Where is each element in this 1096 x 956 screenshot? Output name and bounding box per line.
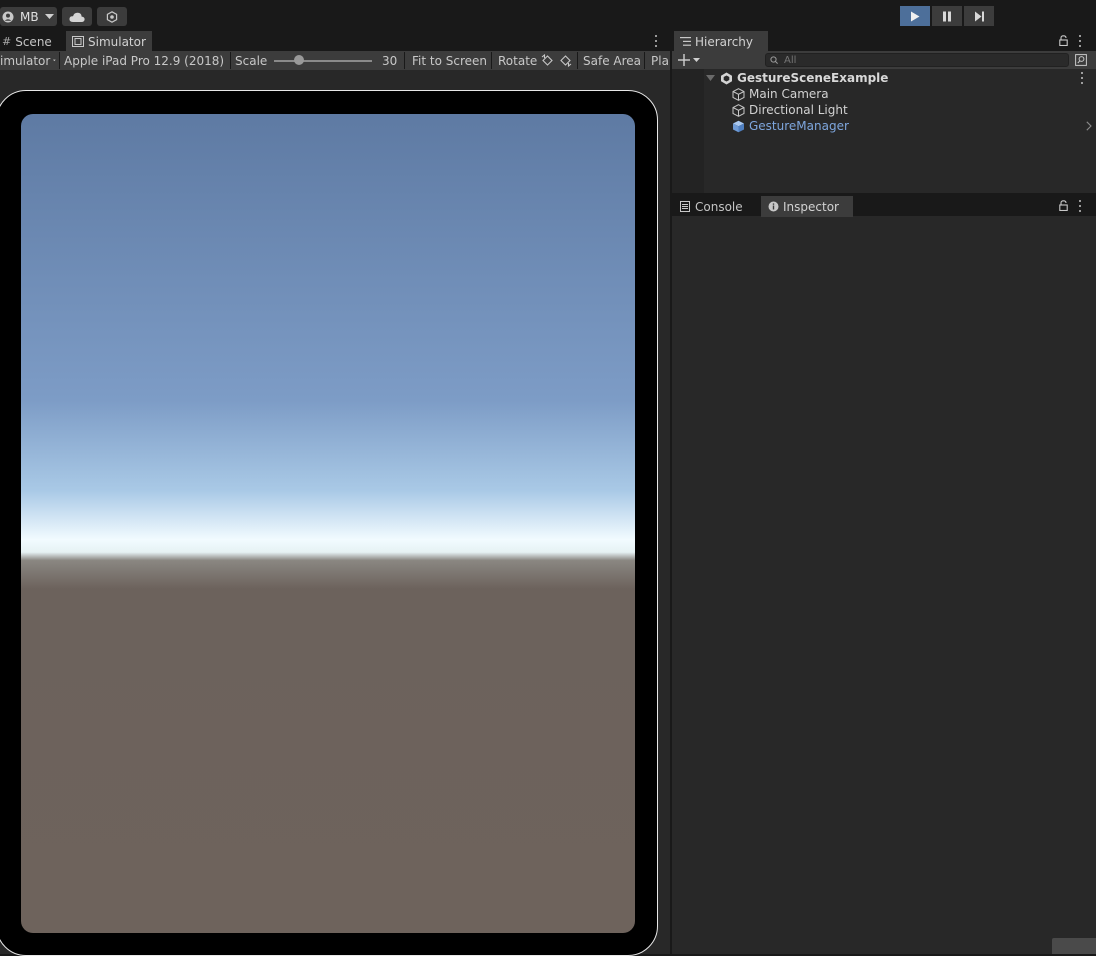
prefab-icon — [733, 120, 744, 132]
game-panel-tabstrip: # Scene Simulator — [0, 31, 670, 52]
tab-scene-label: Scene — [15, 34, 52, 49]
hierarchy-item-label: Main Camera — [749, 87, 829, 101]
account-label: MB — [20, 9, 39, 24]
search-icon — [770, 56, 778, 64]
pause-button[interactable] — [932, 6, 962, 26]
scene-menu-icon[interactable] — [1077, 72, 1087, 84]
device-screen[interactable] — [21, 114, 635, 933]
hierarchy-toolbar — [672, 51, 1096, 69]
chevron-down-icon — [44, 13, 54, 19]
inspector-corner-button[interactable] — [1052, 938, 1096, 954]
hierarchy-item-label: Directional Light — [749, 103, 848, 117]
plus-icon — [678, 54, 690, 66]
chevron-down-icon — [693, 57, 700, 62]
tab-inspector[interactable]: Inspector — [761, 196, 853, 217]
rotate-label: Rotate — [498, 53, 538, 68]
fit-to-screen-button[interactable]: Fit to Screen — [412, 51, 487, 70]
scene-row[interactable]: GestureSceneExample — [704, 70, 1096, 86]
gameobject-icon — [732, 103, 745, 117]
collab-icon — [106, 10, 118, 23]
tab-hierarchy[interactable]: Hierarchy — [674, 31, 768, 52]
play-icon — [911, 11, 920, 21]
scale-value: 30 — [382, 53, 398, 68]
rotate-left-icon — [541, 54, 553, 66]
tab-console[interactable]: Console — [674, 196, 758, 217]
hierarchy-search-field[interactable] — [765, 53, 1069, 67]
hierarchy-panel: Hierarchy GestureSceneExample Main Camer… — [672, 31, 1096, 193]
toolbar-separator — [404, 52, 405, 69]
toolbar-separator — [644, 52, 645, 69]
play-mode-toggle[interactable]: Pla — [651, 51, 670, 70]
gameobject-icon — [732, 87, 745, 101]
collab-button[interactable] — [97, 7, 127, 26]
tab-simulator[interactable]: Simulator — [66, 31, 152, 52]
cloud-icon — [69, 12, 85, 22]
toolbar-separator — [230, 52, 231, 69]
scene-visibility-button[interactable] — [1074, 53, 1088, 67]
scale-slider-thumb[interactable] — [293, 55, 304, 65]
scale-slider-track[interactable] — [274, 60, 372, 62]
account-dropdown[interactable]: MB — [0, 7, 57, 26]
scene-name: GestureSceneExample — [737, 71, 889, 85]
hierarchy-menu-icon[interactable] — [1075, 35, 1085, 47]
game-panel-menu-icon[interactable] — [651, 35, 661, 47]
search-filter-icon — [1075, 54, 1087, 66]
toolbar-separator — [491, 52, 492, 69]
step-icon — [974, 11, 984, 21]
chevron-down-icon — [53, 59, 56, 62]
pause-icon — [943, 11, 951, 21]
info-icon — [768, 201, 779, 212]
lock-icon[interactable] — [1059, 35, 1068, 46]
device-dropdown-label: Apple iPad Pro 12.9 (2018) — [64, 53, 225, 68]
play-button[interactable] — [900, 6, 930, 26]
rotate-right-icon — [560, 55, 572, 67]
hierarchy-item-directional-light[interactable]: Directional Light — [732, 102, 848, 118]
tab-console-label: Console — [695, 199, 743, 214]
tab-hierarchy-label: Hierarchy — [695, 34, 754, 49]
tab-scene[interactable]: # Scene — [0, 31, 62, 52]
hierarchy-item-main-camera[interactable]: Main Camera — [732, 86, 829, 102]
add-object-button[interactable] — [678, 53, 700, 67]
step-button[interactable] — [964, 6, 994, 26]
chevron-right-icon[interactable] — [1086, 121, 1092, 131]
hierarchy-gutter — [672, 69, 704, 193]
rotate-right-button[interactable] — [559, 51, 572, 70]
rotate-left-button[interactable] — [541, 51, 554, 70]
chevron-down-icon[interactable] — [706, 74, 715, 82]
grid-icon: # — [2, 35, 12, 48]
hierarchy-item-label: GestureManager — [749, 119, 849, 133]
safe-area-toggle[interactable]: Safe Area — [583, 51, 641, 70]
main-toolbar: MB — [0, 0, 1096, 31]
console-icon — [680, 201, 690, 212]
search-input[interactable] — [780, 54, 1044, 66]
tab-inspector-label: Inspector — [783, 199, 839, 214]
cloud-button[interactable] — [62, 7, 92, 26]
simulator-viewport — [0, 70, 670, 956]
lock-icon[interactable] — [1059, 200, 1068, 211]
hierarchy-tree: GestureSceneExample Main Camera Directio… — [704, 69, 1096, 193]
simulator-icon — [72, 36, 84, 47]
device-dropdown[interactable]: Apple iPad Pro 12.9 (2018) — [64, 51, 228, 70]
mode-dropdown[interactable]: imulator — [0, 51, 56, 70]
toolbar-separator — [577, 52, 578, 69]
unity-scene-icon — [721, 72, 732, 84]
skybox — [21, 114, 635, 933]
tab-simulator-label: Simulator — [88, 34, 146, 49]
hierarchy-item-gesture-manager[interactable]: GestureManager — [732, 118, 1096, 134]
simulator-toolbar: imulator Apple iPad Pro 12.9 (2018) Scal… — [0, 51, 670, 70]
mode-dropdown-label: imulator — [0, 53, 51, 68]
inspector-menu-icon[interactable] — [1075, 200, 1085, 212]
inspector-panel: Console Inspector — [672, 196, 1096, 954]
scale-label: Scale — [235, 53, 268, 68]
account-icon — [2, 11, 14, 22]
inspector-tabstrip: Console Inspector — [672, 196, 1096, 217]
hierarchy-tabstrip: Hierarchy — [672, 31, 1096, 52]
toolbar-separator — [59, 52, 60, 69]
hierarchy-icon — [680, 37, 691, 46]
